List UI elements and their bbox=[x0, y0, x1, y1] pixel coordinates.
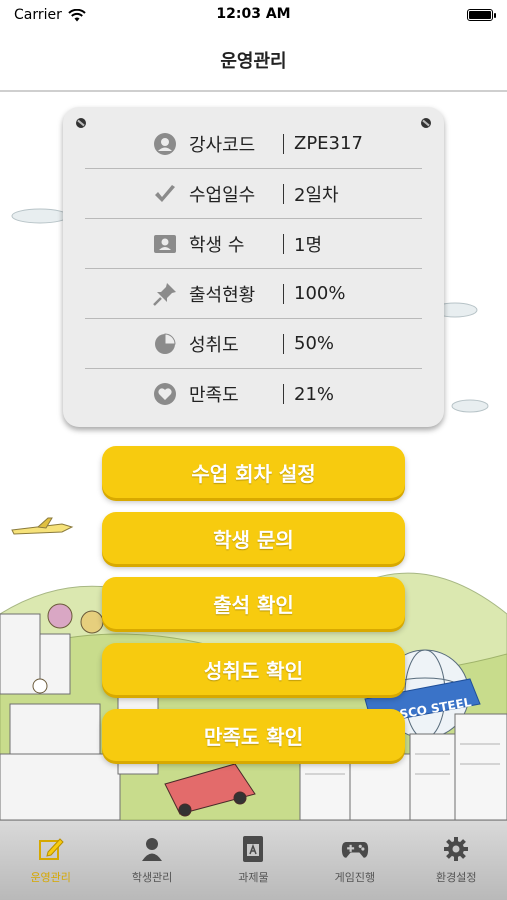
tab-label: 학생관리 bbox=[131, 871, 173, 884]
info-row-satisfaction: 만족도 21% bbox=[85, 369, 422, 419]
screw-icon bbox=[421, 118, 431, 128]
info-row-instructor-code: 강사코드 ZPE317 bbox=[85, 119, 422, 169]
status-bar: Carrier 12:03 AM bbox=[0, 0, 507, 30]
tab-student-management[interactable]: 학생관리 bbox=[104, 835, 200, 885]
info-value: 21% bbox=[294, 383, 335, 405]
gear-icon bbox=[442, 835, 470, 863]
status-time: 12:03 AM bbox=[216, 6, 291, 22]
tab-settings[interactable]: 환경설정 bbox=[408, 835, 504, 885]
info-value: 2일차 bbox=[294, 184, 339, 206]
info-value: 50% bbox=[294, 333, 335, 354]
tab-label: 환경설정 bbox=[436, 871, 477, 884]
tab-label: 게임진행 bbox=[334, 871, 376, 884]
achievement-check-button[interactable]: 성취도 확인 bbox=[102, 643, 405, 695]
info-label: 강사코드 bbox=[189, 134, 256, 156]
pencil-icon bbox=[37, 835, 65, 863]
user-circle-icon bbox=[151, 130, 179, 158]
pie-chart-icon bbox=[151, 330, 179, 358]
divider bbox=[283, 283, 284, 304]
tab-label: 과제물 bbox=[238, 871, 269, 884]
heart-circle-icon bbox=[151, 380, 179, 408]
info-value: ZPE317 bbox=[294, 133, 363, 154]
divider bbox=[283, 183, 284, 204]
airplane-icon bbox=[11, 517, 74, 535]
pushpin-icon bbox=[151, 280, 179, 308]
divider bbox=[283, 384, 284, 404]
nav-bar: 운영관리 bbox=[0, 30, 507, 92]
info-card: 강사코드 ZPE317 수업일수 2일차 학생 수 1명 출석현황 100% 성… bbox=[63, 107, 444, 427]
id-card-icon bbox=[151, 230, 179, 258]
tab-label: 운영관리 bbox=[30, 871, 71, 884]
tab-operation-management[interactable]: 운영관리 bbox=[3, 835, 99, 885]
person-icon bbox=[138, 835, 166, 863]
info-value: 100% bbox=[294, 283, 346, 304]
satisfaction-check-button[interactable]: 만족도 확인 bbox=[102, 709, 405, 761]
info-label: 만족도 bbox=[189, 385, 239, 406]
divider bbox=[283, 133, 284, 154]
battery-icon bbox=[467, 9, 496, 21]
tab-bar: 운영관리 학생관리 과제물 게임진행 환경설정 bbox=[0, 820, 507, 900]
screw-icon bbox=[76, 118, 86, 128]
tab-assignments[interactable]: 과제물 bbox=[205, 835, 301, 885]
gamepad-icon bbox=[341, 835, 369, 863]
info-label: 수업일수 bbox=[189, 184, 256, 206]
divider bbox=[283, 233, 284, 254]
book-icon bbox=[239, 835, 267, 863]
session-settings-button[interactable]: 수업 회차 설정 bbox=[102, 446, 405, 498]
page-title: 운영관리 bbox=[220, 51, 287, 72]
attendance-check-button[interactable]: 출석 확인 bbox=[102, 577, 405, 629]
info-row-attendance: 출석현황 100% bbox=[85, 269, 422, 319]
info-value: 1명 bbox=[294, 234, 323, 256]
info-row-student-count: 학생 수 1명 bbox=[85, 219, 422, 269]
student-inquiry-button[interactable]: 학생 문의 bbox=[102, 512, 405, 564]
divider bbox=[283, 333, 284, 354]
info-row-achievement: 성취도 50% bbox=[85, 319, 422, 369]
info-label: 출석현황 bbox=[189, 284, 256, 306]
info-label: 성취도 bbox=[189, 334, 239, 356]
checkmark-icon bbox=[151, 180, 179, 208]
info-row-class-days: 수업일수 2일차 bbox=[85, 169, 422, 219]
info-label: 학생 수 bbox=[189, 234, 245, 256]
tab-game-progress[interactable]: 게임진행 bbox=[307, 835, 403, 885]
